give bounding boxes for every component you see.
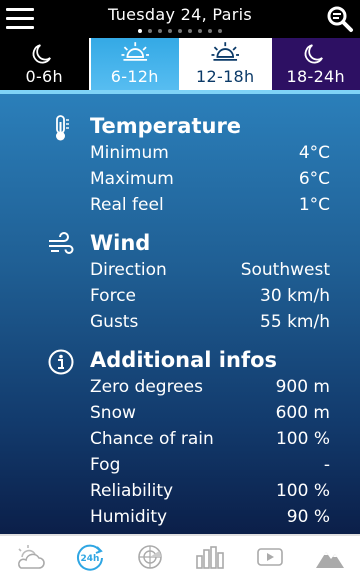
nav-graph[interactable] (180, 536, 240, 578)
row-value: 90 % (287, 507, 330, 527)
list-item: Chance of rain 100 % (90, 429, 330, 453)
list-item: Gusts 55 km/h (90, 312, 330, 336)
row-value: 1°C (299, 195, 330, 215)
row-label: Snow (90, 403, 136, 423)
mountain-icon (314, 544, 346, 570)
page-dot (208, 29, 212, 33)
cloud-sun-icon (14, 543, 46, 571)
list-item: Snow 600 m (90, 403, 330, 427)
list-item: Force 30 km/h (90, 286, 330, 310)
sun-icon (181, 38, 270, 66)
24h-icon: 24h (75, 542, 105, 572)
row-label: Zero degrees (90, 377, 203, 397)
moon-icon (272, 38, 360, 66)
row-label: Minimum (90, 143, 169, 163)
info-icon (47, 348, 75, 376)
page-dot (168, 29, 172, 33)
tab-label: 0-6h (0, 67, 89, 86)
list-item: Fog - (90, 455, 330, 479)
row-value: Southwest (241, 260, 330, 280)
thermometer-icon (47, 114, 75, 142)
tab-12-18h[interactable]: 12-18h (181, 38, 270, 90)
moon-icon (0, 38, 89, 66)
row-label: Fog (90, 455, 120, 475)
nav-mountain[interactable] (300, 536, 360, 578)
tab-label: 6-12h (91, 67, 180, 86)
nav-video[interactable] (240, 536, 300, 578)
svg-text:24h: 24h (81, 554, 100, 564)
page-indicator (0, 29, 360, 33)
row-value: - (324, 455, 330, 475)
video-icon (255, 545, 285, 569)
row-label: Real feel (90, 195, 164, 215)
row-value: 30 km/h (260, 286, 330, 306)
tab-0-6h[interactable]: 0-6h (0, 38, 89, 90)
page-dot (198, 29, 202, 33)
page-dot (138, 29, 142, 33)
list-item: Maximum 6°C (90, 169, 330, 193)
list-item: Reliability 100 % (90, 481, 330, 505)
row-value: 6°C (299, 169, 330, 189)
section-title: Additional infos (90, 348, 277, 372)
row-value: 100 % (276, 429, 330, 449)
row-label: Direction (90, 260, 167, 280)
list-item: Zero degrees 900 m (90, 377, 330, 401)
row-label: Reliability (90, 481, 173, 501)
row-label: Maximum (90, 169, 174, 189)
row-value: 55 km/h (260, 312, 330, 332)
row-value: 4°C (299, 143, 330, 163)
list-item: Real feel 1°C (90, 195, 330, 219)
row-value: 100 % (276, 481, 330, 501)
tab-label: 18-24h (272, 67, 360, 86)
tab-18-24h[interactable]: 18-24h (270, 38, 360, 90)
list-item: Minimum 4°C (90, 143, 330, 167)
page-dot (148, 29, 152, 33)
nav-radar[interactable] (120, 536, 180, 578)
page-title: Tuesday 24, Paris (0, 5, 360, 24)
section-title: Temperature (90, 114, 241, 138)
tab-6-12h[interactable]: 6-12h (89, 38, 182, 90)
radar-icon (136, 543, 164, 571)
search-icon[interactable] (326, 5, 354, 33)
bar-chart-icon (195, 544, 225, 570)
section-title: Wind (90, 231, 150, 255)
row-label: Humidity (90, 507, 167, 527)
row-label: Chance of rain (90, 429, 214, 449)
page-dot (158, 29, 162, 33)
page-dot (188, 29, 192, 33)
page-dot (178, 29, 182, 33)
wind-icon (47, 231, 75, 259)
list-item: Humidity 90 % (90, 507, 330, 531)
list-item: Direction Southwest (90, 260, 330, 284)
nav-forecast[interactable] (0, 536, 60, 578)
row-label: Gusts (90, 312, 138, 332)
nav-24h[interactable]: 24h (60, 536, 120, 578)
row-value: 900 m (276, 377, 330, 397)
forecast-details: Temperature Minimum 4°C Maximum 6°C Real… (0, 94, 360, 534)
sun-icon (91, 38, 180, 66)
tab-label: 12-18h (181, 67, 270, 86)
top-bar: Tuesday 24, Paris (0, 0, 360, 38)
page-dot (218, 29, 222, 33)
time-tabs: 0-6h 6-12h 12-18h 18-24h (0, 38, 360, 90)
row-value: 600 m (276, 403, 330, 423)
row-label: Force (90, 286, 136, 306)
bottom-nav: 24h (0, 534, 360, 578)
